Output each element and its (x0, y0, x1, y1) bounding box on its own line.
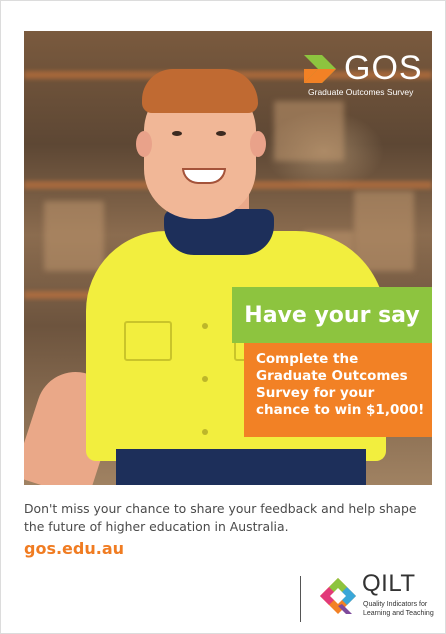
shirt-button (202, 376, 208, 382)
worker-eye (172, 131, 182, 136)
worker-shirt-lower (116, 449, 366, 485)
qilt-logo-text: QILT (362, 570, 416, 597)
footer-divider (300, 576, 301, 622)
qilt-q-icon (320, 578, 356, 614)
promo-line: Survey for your (256, 385, 375, 401)
gos-logo: GOS Graduate Outcomes Survey (304, 49, 432, 113)
shirt-button (202, 429, 208, 435)
shirt-button (202, 323, 208, 329)
promo-box: Complete the Graduate Outcomes Survey fo… (244, 343, 432, 437)
worker-ear (136, 131, 152, 157)
qilt-subtitle-line: Learning and Teaching (363, 610, 434, 617)
qilt-logo-subtitle: Quality Indicators for Learning and Teac… (363, 600, 434, 618)
worker-eye (216, 131, 226, 136)
promo-line: Graduate Outcomes (256, 368, 408, 384)
shirt-pocket (124, 321, 172, 361)
website-link[interactable]: gos.edu.au (24, 539, 124, 558)
promo-line: Complete the (256, 351, 359, 367)
worker-hair (142, 69, 258, 113)
have-your-say-banner: Have your say (232, 287, 432, 343)
gos-logo-subtitle: Graduate Outcomes Survey (308, 87, 414, 97)
promo-line: chance to win $1,000! (256, 402, 425, 418)
worker-ear (250, 131, 266, 157)
qilt-subtitle-line: Quality Indicators for (363, 601, 428, 608)
gos-chevron-icon (304, 55, 336, 83)
tagline-text: Don't miss your chance to share your fee… (24, 501, 417, 534)
gos-logo-text: GOS (344, 49, 423, 87)
